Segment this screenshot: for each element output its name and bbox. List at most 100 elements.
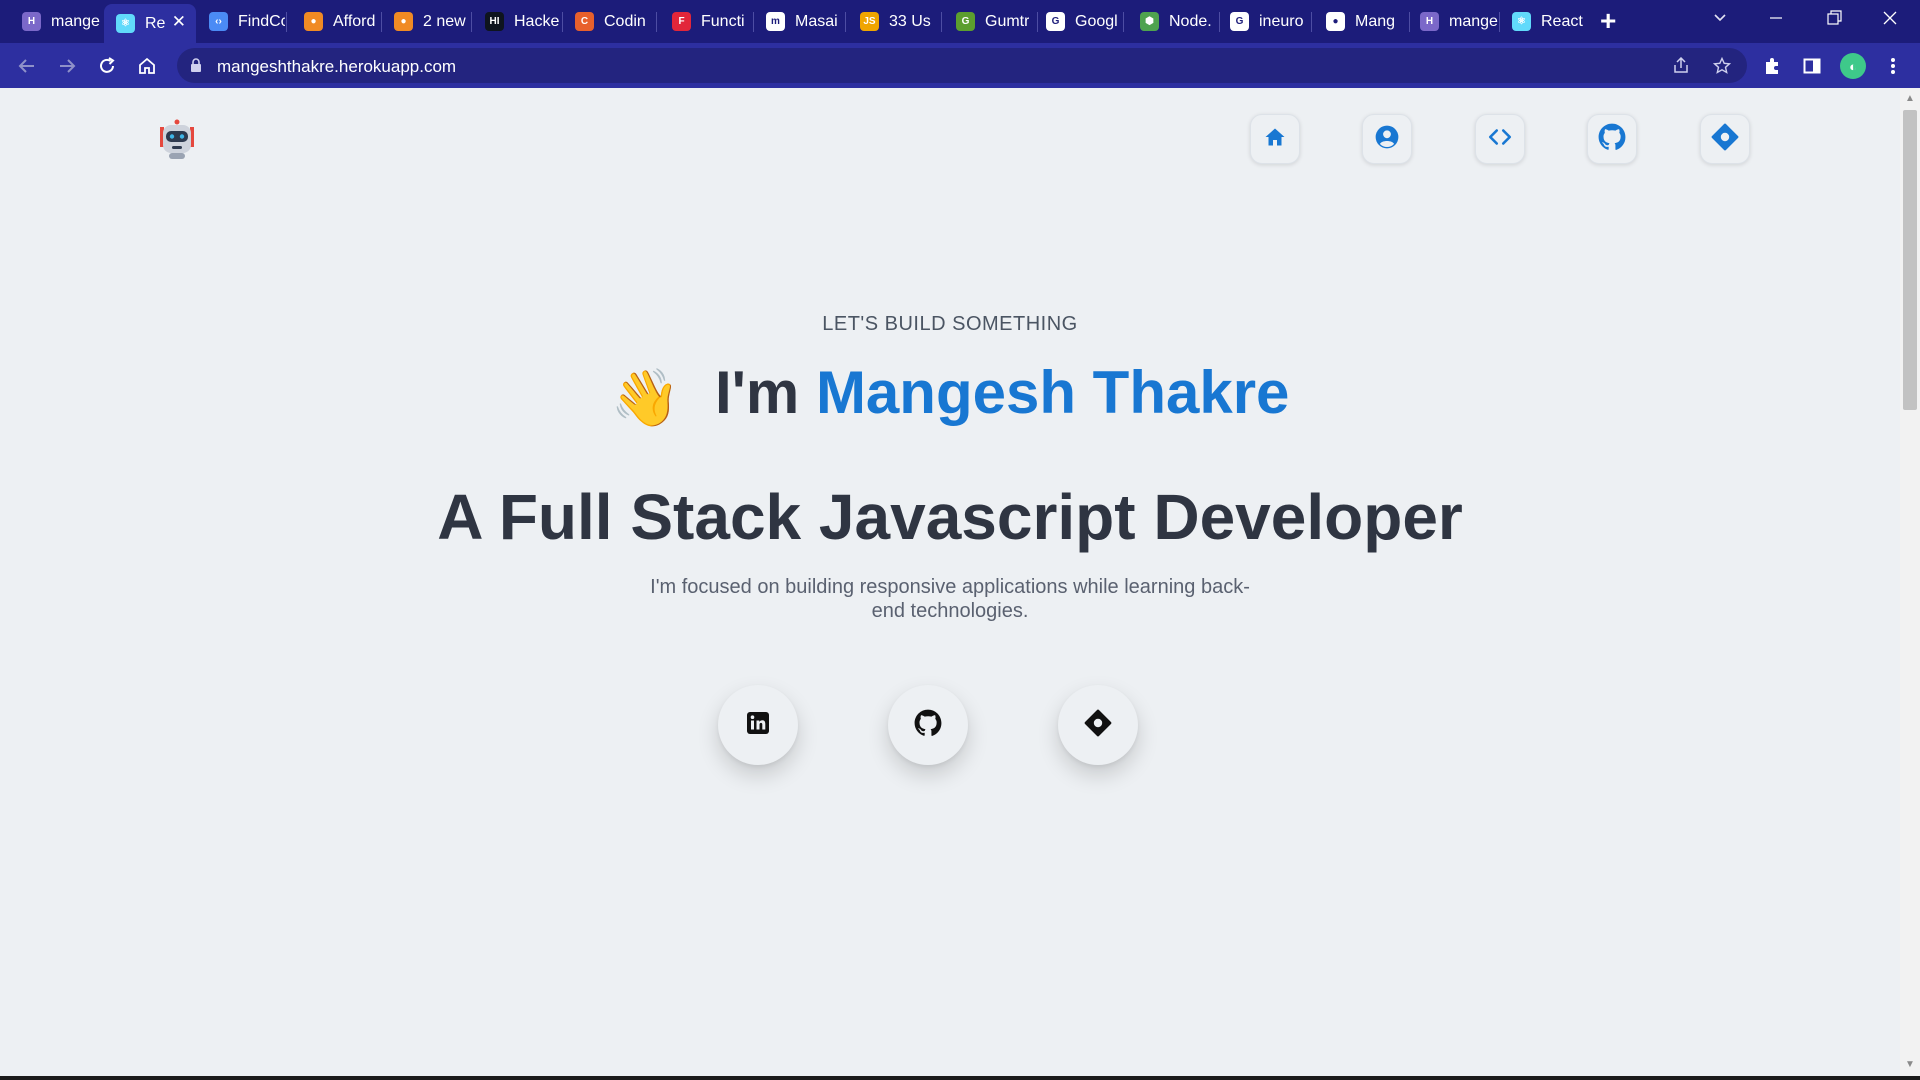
tab-title: Codin [604, 12, 646, 30]
heroku-icon: H [22, 12, 41, 31]
tab-separator [471, 12, 472, 32]
hackerrank-icon: HI [485, 12, 504, 31]
bookmark-star-icon[interactable] [1712, 56, 1732, 80]
nav-home-button[interactable] [1250, 114, 1300, 164]
nodejs-icon: ⬢ [1140, 12, 1159, 31]
tab-separator [656, 12, 657, 32]
browser-tab[interactable]: ⚛ Re ✕ [104, 4, 196, 43]
address-bar[interactable]: mangeshthakre.herokuapp.com [177, 48, 1747, 83]
tab-title: Functi [701, 12, 745, 30]
restore-button[interactable] [1826, 7, 1842, 34]
browser-tab[interactable]: G Googl [1034, 5, 1122, 38]
nav-about-button[interactable] [1362, 114, 1412, 164]
diamond-icon [1084, 709, 1112, 742]
tab-title: Mang [1355, 12, 1396, 30]
tab-title: Gumtr [985, 12, 1030, 30]
gumroad-icon: G [956, 12, 975, 31]
browser-tab[interactable]: ‹› FindCc [197, 5, 285, 38]
shield-icon: F [672, 12, 691, 31]
browser-tab[interactable]: m Masai [754, 5, 844, 38]
tab-search-chevron-icon[interactable] [1712, 10, 1728, 31]
browser-tab[interactable]: Hmange [1408, 5, 1498, 38]
profile-avatar[interactable]: ◐ [1840, 53, 1866, 79]
tab-separator [941, 12, 942, 32]
github-icon: ● [1326, 12, 1345, 31]
linkedin-icon [746, 711, 770, 740]
js-icon: JS [860, 12, 879, 31]
close-window-button[interactable] [1882, 7, 1898, 34]
linkedin-button[interactable] [718, 685, 798, 765]
forward-button[interactable] [54, 53, 80, 79]
browser-tab[interactable]: ⬢ Node. [1128, 5, 1218, 38]
tab-title: Afford [333, 12, 376, 30]
tab-separator [1311, 12, 1312, 32]
share-icon[interactable] [1672, 56, 1690, 80]
heroku-icon: H [1420, 12, 1439, 31]
url-text[interactable]: mangeshthakre.herokuapp.com [217, 57, 456, 77]
browser-tab[interactable]: ● Mang [1314, 5, 1408, 38]
browser-tab[interactable]: F Functi [660, 5, 752, 38]
back-button[interactable] [14, 53, 40, 79]
browser-toolbar: mangeshthakre.herokuapp.com ◐ [0, 43, 1920, 88]
scroll-up-arrow-icon[interactable]: ▲ [1903, 92, 1917, 106]
browser-tab[interactable]: ⚛ React [1500, 5, 1584, 38]
google-icon: G [1046, 12, 1065, 31]
greeting-prefix: I'm [714, 359, 800, 426]
extensions-puzzle-icon[interactable] [1759, 53, 1785, 79]
reload-button[interactable] [94, 53, 120, 79]
code-icon [1487, 124, 1513, 155]
scroll-down-arrow-icon[interactable]: ▼ [1903, 1058, 1917, 1072]
close-tab-icon[interactable]: ✕ [172, 12, 186, 32]
browser-tab[interactable]: HI Hacke [473, 5, 561, 38]
orange-circle-icon: ● [394, 12, 413, 31]
new-tab-button[interactable]: + [1600, 5, 1616, 37]
github-social-button[interactable] [888, 685, 968, 765]
tab-separator [845, 12, 846, 32]
tab-title: ineuro [1259, 12, 1304, 30]
tab-title: Hacke [514, 12, 560, 30]
window-bottom-edge [0, 1076, 1920, 1080]
lock-icon [190, 58, 202, 77]
nav-hashnode-button[interactable] [1700, 114, 1750, 164]
tab-title: Node. [1169, 12, 1212, 30]
hero-headline: A Full Stack Javascript Developer [437, 481, 1463, 553]
browser-tab[interactable]: Hmange [10, 5, 100, 38]
home-icon [1263, 125, 1287, 154]
react-icon: ⚛ [116, 14, 135, 33]
tab-title: 33 Us [889, 12, 931, 30]
browser-tab[interactable]: ● 2 new [382, 5, 470, 38]
minimize-button[interactable] [1768, 7, 1784, 34]
nav-github-button[interactable] [1587, 114, 1637, 164]
tab-title: Googl [1075, 12, 1118, 30]
coding-ninjas-icon: C [575, 12, 594, 31]
tab-title: React [1541, 12, 1583, 30]
scrollbar-thumb[interactable] [1903, 110, 1917, 410]
tab-separator [286, 12, 287, 32]
google-icon: G [1230, 12, 1249, 31]
browser-tab[interactable]: Gineuro [1218, 5, 1310, 38]
user-icon [1374, 124, 1400, 155]
browser-tab[interactable]: JS 33 Us [848, 5, 940, 38]
home-button[interactable] [134, 53, 160, 79]
tab-title: Re [145, 14, 166, 32]
tab-title: FindCc [238, 12, 285, 30]
code-brackets-icon: ‹› [209, 12, 228, 31]
browser-tab[interactable]: G Gumtr [944, 5, 1036, 38]
waving-hand-emoji: 👋 [610, 366, 681, 429]
browser-tab-strip: Hmange ⚛ Re ✕ ‹› FindCc ● Afford ● 2 new HI Hacke C C… [0, 0, 1920, 43]
orange-circle-icon: ● [304, 12, 323, 31]
browser-tab[interactable]: ● Afford [292, 5, 380, 38]
nav-projects-button[interactable] [1475, 114, 1525, 164]
tab-title: mange [51, 12, 100, 30]
github-icon [1598, 123, 1626, 156]
tab-title: Masai [795, 12, 838, 30]
browser-menu-icon[interactable] [1880, 53, 1906, 79]
browser-tab[interactable]: C Codin [563, 5, 655, 38]
hero-description: I'm focused on building responsive appli… [650, 576, 1250, 622]
hero-eyebrow: LET'S BUILD SOMETHING [822, 313, 1078, 335]
hashnode-social-button[interactable] [1058, 685, 1138, 765]
masai-icon: m [766, 12, 785, 31]
robot-logo-icon[interactable] [155, 119, 199, 161]
react-icon: ⚛ [1512, 12, 1531, 31]
side-panel-icon[interactable] [1799, 53, 1825, 79]
